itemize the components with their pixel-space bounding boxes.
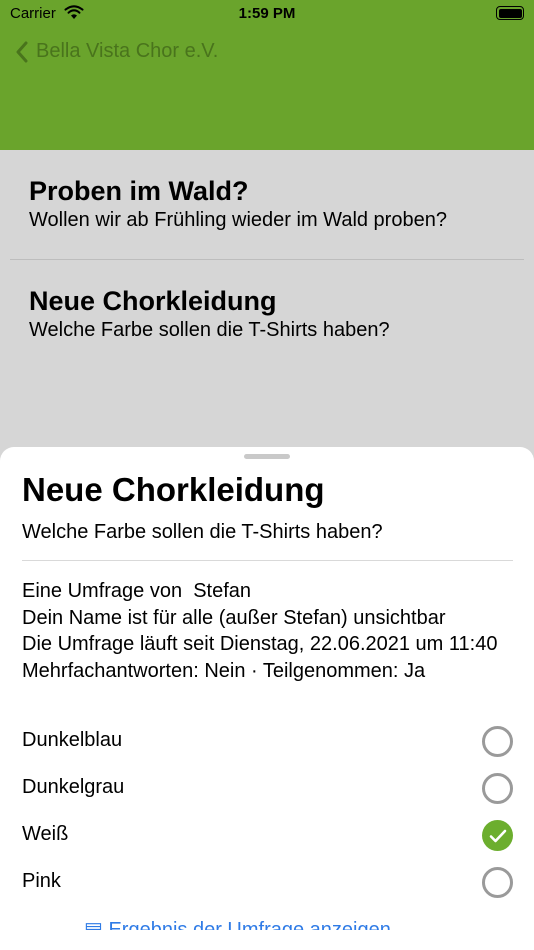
poll-option-label: Weiß — [22, 823, 69, 845]
poll-title: Neue Chorkleidung — [29, 286, 277, 316]
poll-details: Mehrfachantworten: Nein · Teilgenommen: … — [22, 659, 426, 682]
poll-subtitle: Wollen wir ab Frühling wieder im Wald pr… — [29, 209, 447, 231]
divider — [22, 560, 513, 561]
poll-options: Dunkelblau Dunkelgrau Weiß Pink — [0, 717, 534, 905]
poll-anonymity-note: Dein Name ist für alle (außer Stefan) un… — [22, 606, 446, 629]
navigation-bar: Bella Vista Chor e.V. — [0, 30, 534, 150]
show-results-link[interactable]: ▤ Ergebnis der Umfrage anzeigen — [84, 917, 391, 930]
poll-option-label: Dunkelgrau — [22, 776, 125, 798]
poll-author: Eine Umfrage von Stefan — [22, 580, 252, 602]
poll-list-item[interactable]: Neue Chorkleidung Welche Farbe sollen di… — [0, 260, 534, 370]
poll-list-item[interactable]: Proben im Wald? Wollen wir ab Frühling w… — [0, 150, 534, 260]
poll-option-weiss[interactable]: Weiß — [0, 811, 534, 858]
sheet-title: Neue Chorkleidung — [22, 471, 325, 508]
radio-unchecked-icon[interactable] — [482, 773, 513, 804]
poll-option-label: Dunkelblau — [22, 729, 123, 751]
battery-icon — [496, 6, 524, 20]
poll-option-dunkelblau[interactable]: Dunkelblau — [0, 717, 534, 764]
poll-subtitle: Welche Farbe sollen die T-Shirts haben? — [29, 319, 390, 341]
poll-title: Proben im Wald? — [29, 176, 249, 206]
clock: 1:59 PM — [238, 5, 296, 22]
poll-start-date: Die Umfrage läuft seit Dienstag, 22.06.2… — [22, 633, 498, 655]
poll-option-pink[interactable]: Pink — [0, 858, 534, 905]
chart-icon: ▤ — [84, 919, 103, 930]
poll-option-dunkelgrau[interactable]: Dunkelgrau — [0, 764, 534, 811]
radio-unchecked-icon[interactable] — [482, 726, 513, 757]
radio-unchecked-icon[interactable] — [482, 867, 513, 898]
poll-detail-sheet: Neue Chorkleidung Welche Farbe sollen di… — [0, 447, 534, 950]
chevron-left-icon — [16, 41, 28, 62]
poll-question: Welche Farbe sollen die T-Shirts haben? — [22, 521, 383, 543]
status-bar: Carrier 1:59 PM — [0, 0, 534, 30]
back-button[interactable]: Bella Vista Chor e.V. — [16, 40, 218, 63]
sheet-grabber[interactable] — [244, 454, 290, 459]
poll-option-label: Pink — [22, 870, 61, 892]
back-button-label: Bella Vista Chor e.V. — [36, 40, 219, 62]
show-results-label: Ergebnis der Umfrage anzeigen — [108, 919, 391, 930]
poll-meta: Eine Umfrage von Stefan Dein Name ist fü… — [22, 578, 502, 684]
poll-list: Proben im Wald? Wollen wir ab Frühling w… — [0, 150, 534, 370]
checkmark-icon[interactable] — [482, 820, 513, 851]
